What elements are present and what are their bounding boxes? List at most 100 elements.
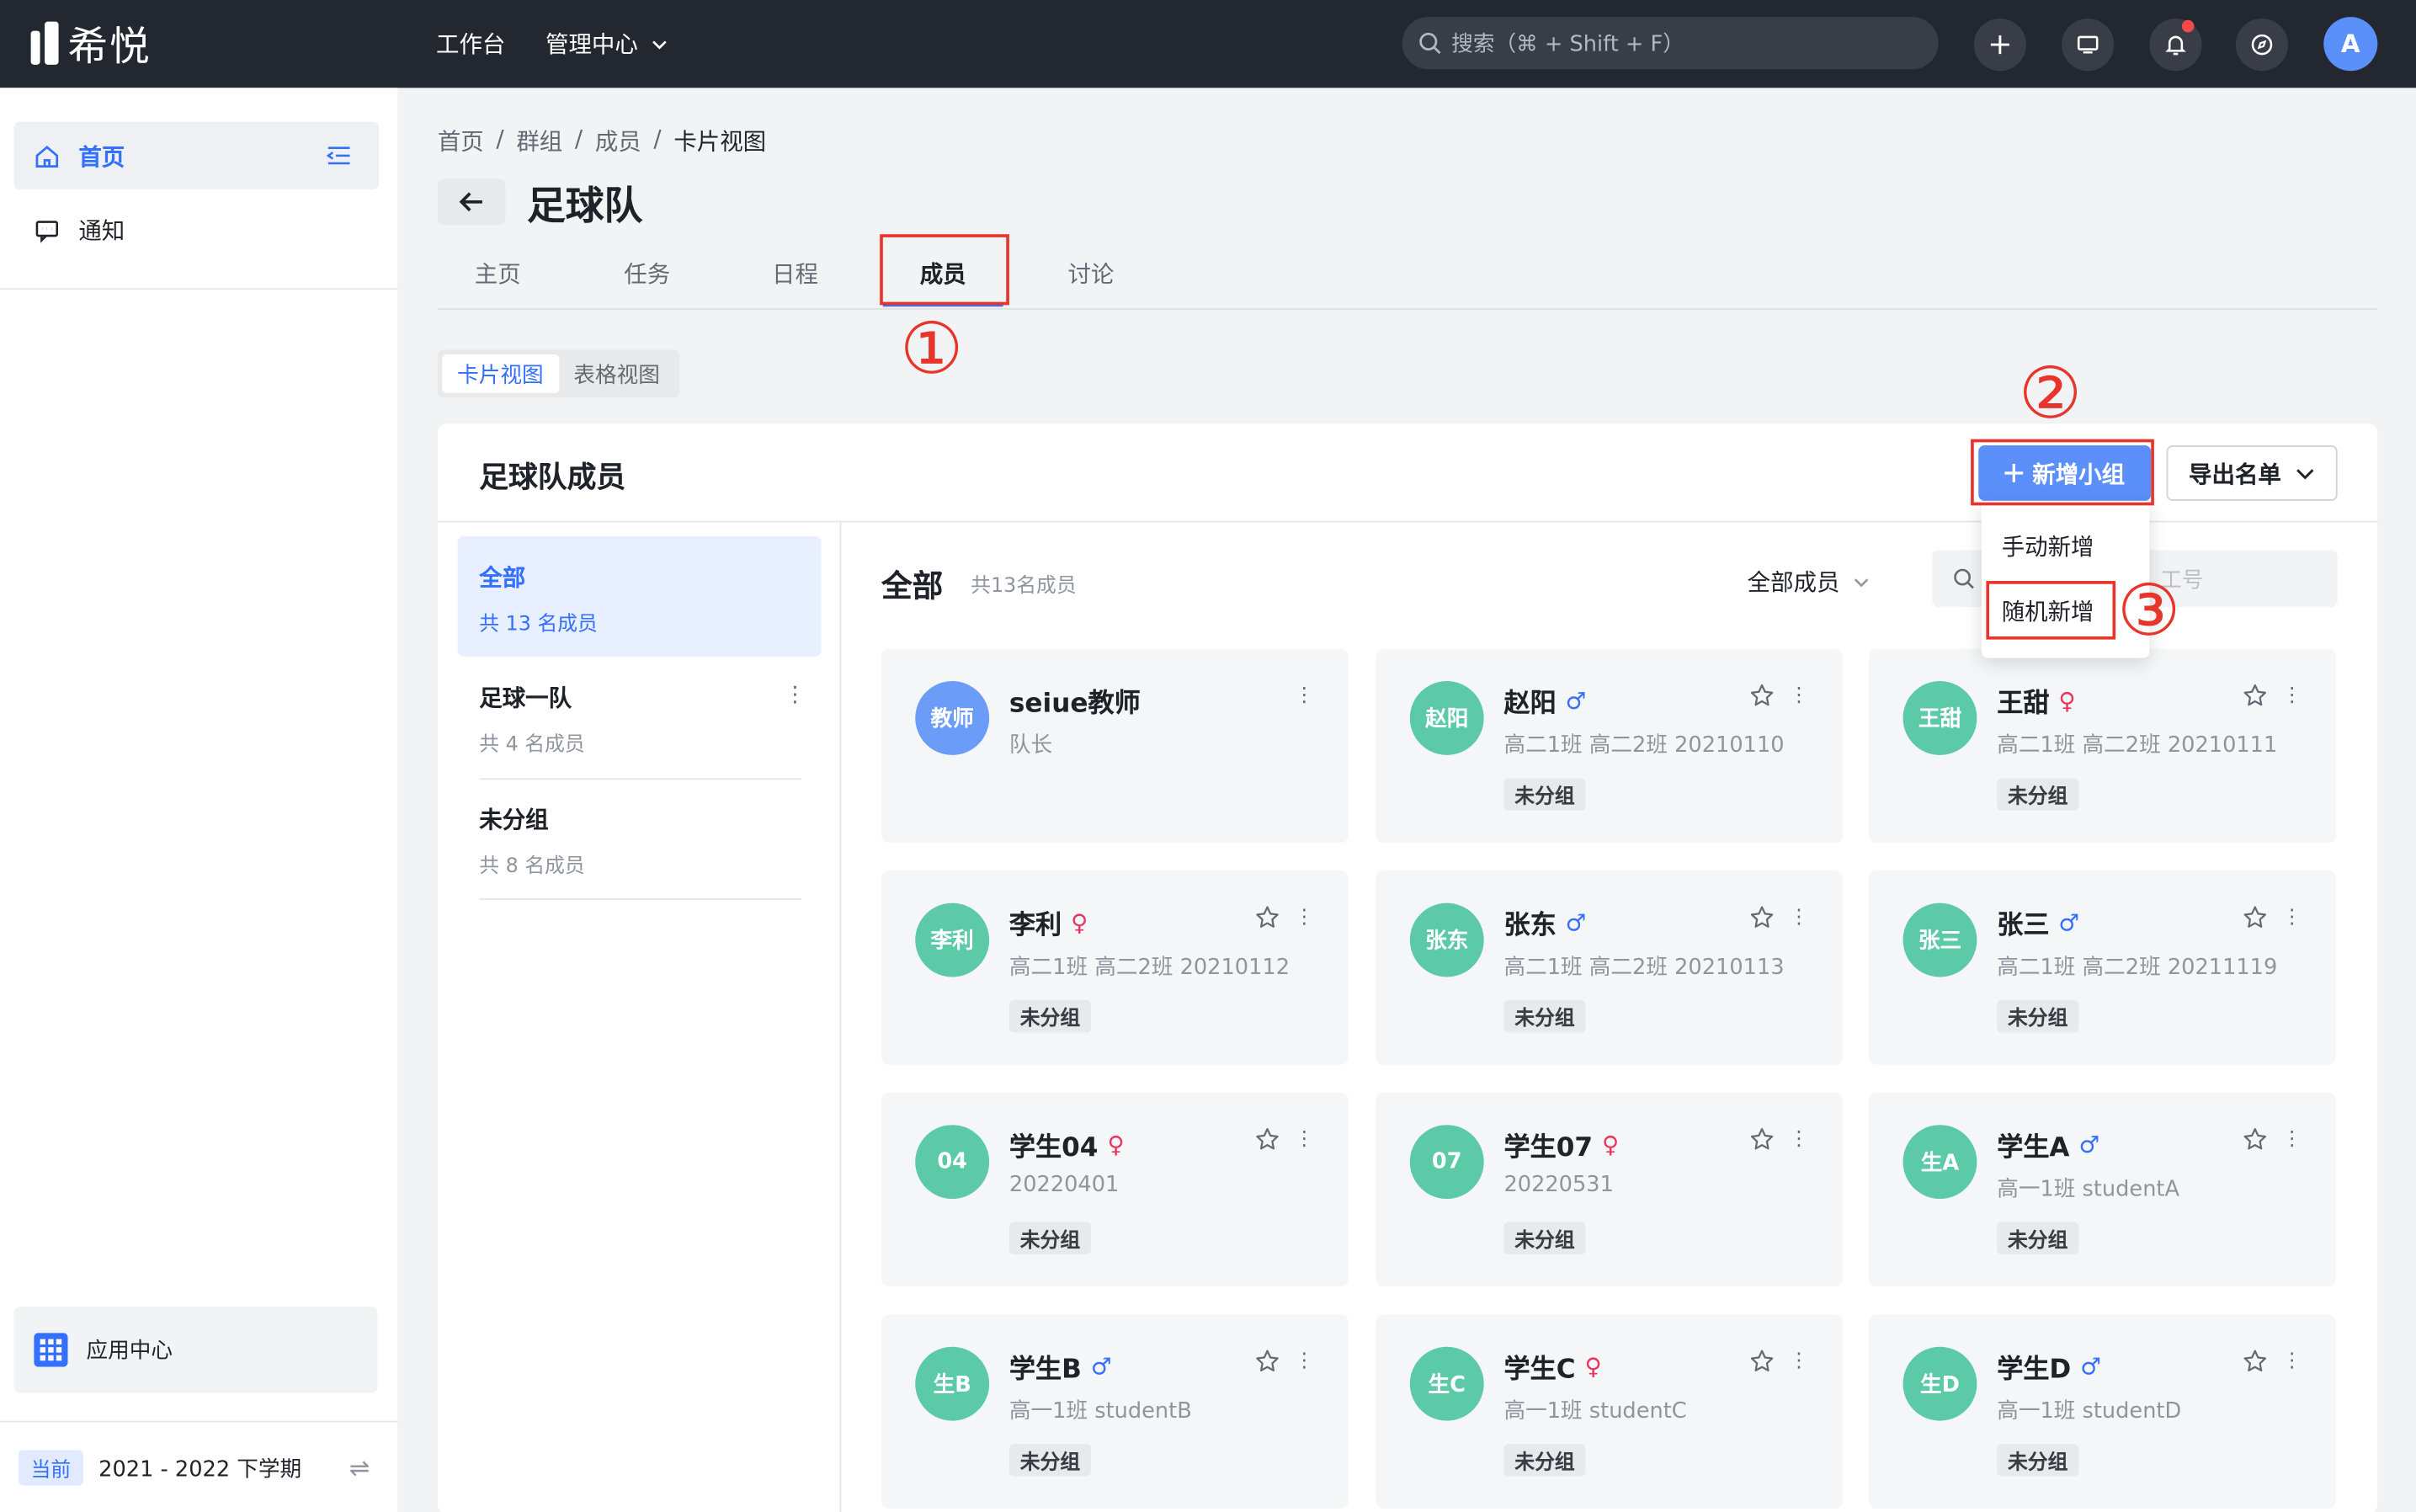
star-icon[interactable] [1254,904,1280,930]
member-name: 学生04 [1008,1132,1099,1163]
tab-home[interactable]: 主页 [438,236,558,310]
top-bar: 希悦 工作台 管理中心 搜索（⌘ + Shift + F） A [0,0,2416,88]
member-name-row: 李利 ♀ [1008,903,1088,942]
tab-tasks[interactable]: 任务 [587,236,707,310]
arrow-left-icon [459,192,482,212]
member-name: 张东 [1503,910,1557,942]
member-filter-select[interactable]: 全部成员 [1748,566,1871,598]
member-card[interactable]: 生B 学生B ♂ 高一1班 studentB 未分组 ⋮ [881,1314,1349,1509]
group-item-all[interactable]: 全部 共 13 名成员 [457,535,822,657]
star-icon[interactable] [1254,1126,1280,1153]
more-vertical-icon[interactable]: ⋮ [2282,686,2302,706]
more-vertical-icon[interactable]: ⋮ [1789,1351,1809,1371]
swap-icon[interactable]: ⇌ [349,1453,370,1483]
male-icon: ♂ [1565,908,1587,936]
create-button[interactable] [1973,18,2026,72]
breadcrumb-home[interactable]: 首页 [438,125,484,157]
member-name: seiue教师 [1008,689,1141,720]
apps-grid-icon [34,1333,68,1367]
more-vertical-icon[interactable]: ⋮ [1789,908,1809,928]
table-view-toggle[interactable]: 表格视图 [559,354,675,393]
female-icon: ♀ [2058,686,2076,715]
app-logo[interactable]: 希悦 [30,19,152,70]
member-group-tag: 未分组 [1503,1222,1586,1254]
member-card[interactable]: 生C 学生C ♀ 高一1班 studentC 未分组 ⋮ [1376,1314,1844,1509]
star-icon[interactable] [1749,683,1775,709]
nav-admin-center-label: 管理中心 [545,30,638,59]
member-card[interactable]: 李利 李利 ♀ 高二1班 高二2班 20210112 未分组 ⋮ [881,870,1349,1065]
star-icon[interactable] [1749,1126,1775,1153]
member-card[interactable]: 07 学生07 ♀ 20220531 未分组 ⋮ [1376,1092,1844,1287]
member-name-row: 王甜 ♀ [1997,681,2076,719]
star-icon[interactable] [2242,1349,2268,1375]
member-name: 张三 [1997,910,2050,942]
collapse-sidebar-icon[interactable] [327,145,351,167]
member-card[interactable]: 王甜 王甜 ♀ 高二1班 高二2班 20210111 未分组 ⋮ [1869,648,2336,844]
more-vertical-icon[interactable]: ⋮ [1789,1130,1809,1150]
more-vertical-icon[interactable]: ⋮ [1295,1351,1315,1371]
member-name-row: 张东 ♂ [1503,903,1587,942]
more-vertical-icon[interactable]: ⋮ [2282,1351,2302,1371]
member-name: 学生A [1997,1132,2070,1163]
member-card[interactable]: 生D 学生D ♂ 高一1班 studentD 未分组 ⋮ [1869,1314,2336,1509]
group-item-ungrouped[interactable]: 未分组 共 8 名成员 [458,778,822,898]
member-card[interactable]: 教师 seiue教师 队长 ⋮ [881,648,1349,844]
sidebar-item-notice[interactable]: 通知 [13,195,379,264]
group-item-team1[interactable]: 足球一队 共 4 名成员 ⋮ [458,657,822,777]
sidebar-item-home[interactable]: 首页 [13,121,380,190]
member-card[interactable]: 生A 学生A ♂ 高一1班 studentA 未分组 ⋮ [1869,1092,2336,1287]
tab-discussion[interactable]: 讨论 [1031,236,1152,310]
more-vertical-icon[interactable]: ⋮ [2282,1130,2302,1150]
group-count: 共 8 名成员 [479,854,585,879]
term-switcher[interactable]: 当前 2021 - 2022 下学期 ⇌ [0,1420,398,1512]
more-vertical-icon[interactable]: ⋮ [1295,908,1315,928]
current-term-badge: 当前 [18,1450,83,1486]
nav-admin-center[interactable]: 管理中心 [545,28,668,60]
member-avatar: 赵阳 [1409,681,1484,755]
star-icon[interactable] [2242,904,2268,930]
current-term-label: 2021 - 2022 下学期 [98,1456,302,1482]
notification-button[interactable] [2149,18,2202,72]
star-icon[interactable] [2242,683,2268,709]
breadcrumb-members[interactable]: 成员 [595,125,641,157]
more-vertical-icon[interactable]: ⋮ [1789,686,1809,706]
breadcrumb-groups[interactable]: 群组 [516,125,562,157]
star-icon[interactable] [1749,904,1775,930]
more-vertical-icon[interactable]: ⋮ [785,684,806,706]
member-name: 李利 [1008,910,1062,942]
member-card[interactable]: 04 学生04 ♀ 20220401 未分组 ⋮ [881,1092,1349,1287]
male-icon: ♂ [2080,1352,2101,1381]
member-info: 高二1班 高二2班 20210112 [1008,955,1290,981]
member-avatar: 张东 [1409,902,1484,977]
member-card[interactable]: 张东 张东 ♂ 高二1班 高二2班 20210113 未分组 ⋮ [1376,870,1844,1065]
star-icon[interactable] [1749,1349,1775,1375]
member-info: 高一1班 studentC [1503,1399,1687,1424]
member-name-row: 赵阳 ♂ [1503,681,1586,720]
global-search-input[interactable]: 搜索（⌘ + Shift + F） [1402,17,1939,70]
chat-button[interactable] [2062,18,2115,72]
member-filter-value: 全部成员 [1747,568,1840,597]
app-center-label: 应用中心 [86,1339,173,1364]
plus-icon [1990,35,2009,55]
star-icon[interactable] [1254,1349,1280,1375]
card-view-toggle[interactable]: 卡片视图 [442,354,559,393]
user-avatar[interactable]: A [2323,17,2378,72]
member-info: 高一1班 studentA [1997,1177,2180,1202]
app-center-button[interactable]: 应用中心 [13,1307,378,1393]
more-vertical-icon[interactable]: ⋮ [1295,686,1315,706]
nav-workbench[interactable]: 工作台 [436,28,505,60]
star-icon[interactable] [2242,1126,2268,1153]
more-vertical-icon[interactable]: ⋮ [2282,908,2302,928]
help-button[interactable] [2235,18,2289,72]
tab-schedule[interactable]: 日程 [735,236,855,310]
export-list-button[interactable]: 导出名单 [2166,445,2338,501]
member-card[interactable]: 赵阳 赵阳 ♂ 高二1班 高二2班 20210110 未分组 ⋮ [1376,648,1844,844]
back-button[interactable] [437,178,506,226]
member-group-tag: 未分组 [1503,999,1586,1033]
member-name: 赵阳 [1503,689,1557,720]
member-card[interactable]: 张三 张三 ♂ 高二1班 高二2班 20211119 未分组 ⋮ [1869,870,2336,1065]
member-avatar: 生D [1902,1346,1977,1421]
members-panel: 足球队成员 新增小组 导出名单 全部 共 13 名成员 足球一队 共 4 名成员… [437,358,2378,1512]
member-avatar: 07 [1409,1125,1484,1200]
more-vertical-icon[interactable]: ⋮ [1295,1130,1315,1150]
